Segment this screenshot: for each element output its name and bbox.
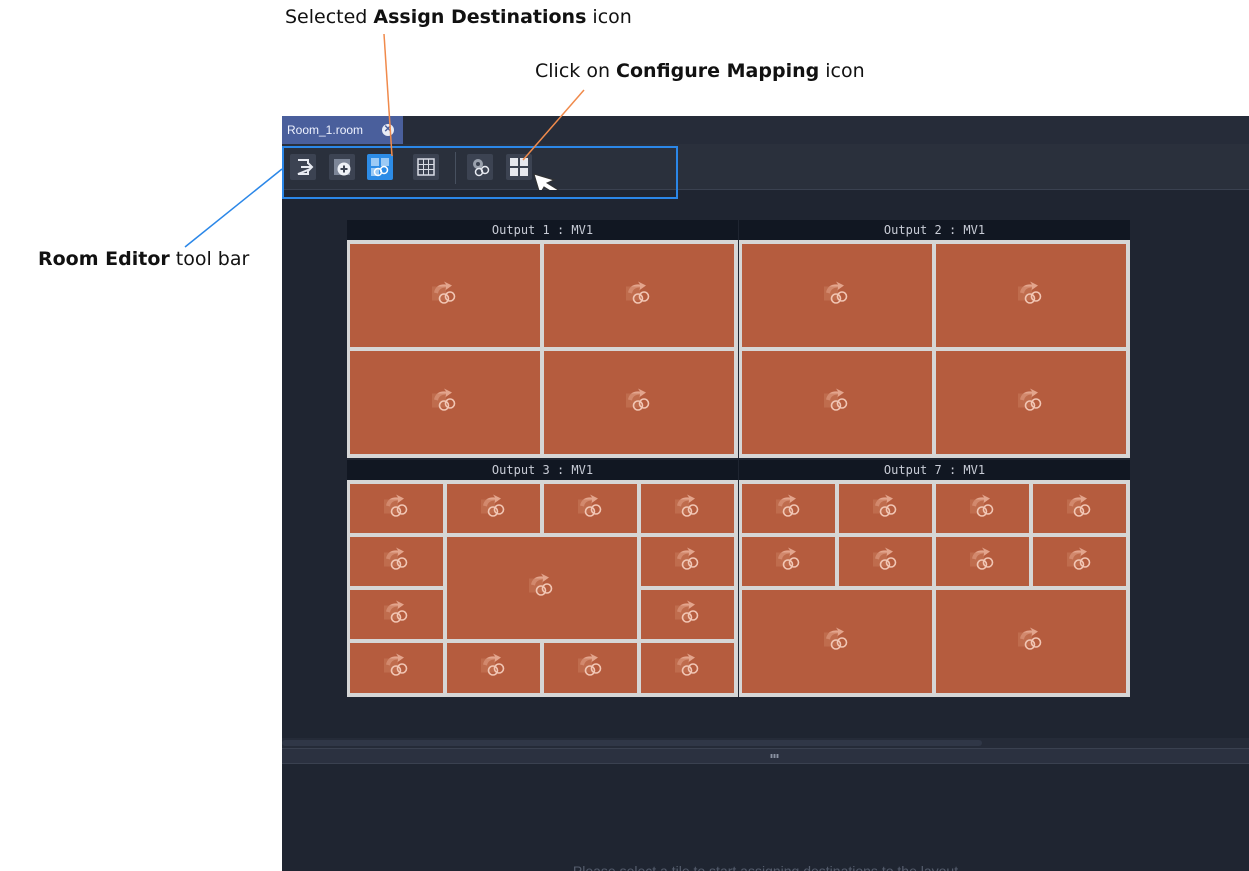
assign-destination-icon	[968, 546, 998, 577]
assign-destination-icon	[382, 599, 412, 630]
output-panel-7: Output 7 : MV1	[739, 460, 1130, 697]
output-panel-3: Output 3 : MV1	[347, 460, 738, 697]
assign-destination-icon	[624, 387, 654, 418]
assign-destination-icon	[382, 653, 412, 684]
tile[interactable]	[742, 590, 932, 693]
assign-destination-icon	[1065, 546, 1095, 577]
tile[interactable]	[641, 643, 734, 693]
tab-room[interactable]: Room_1.room ✕	[282, 116, 403, 144]
output-title: Output 1 : MV1	[347, 220, 738, 240]
assign-destination-icon	[1016, 280, 1046, 311]
assign-destination-icon	[382, 493, 412, 524]
assign-destination-icon	[576, 493, 606, 524]
close-icon[interactable]: ✕	[382, 124, 394, 136]
configure-mapping-icon[interactable]	[506, 154, 532, 180]
assign-destination-icon	[479, 653, 509, 684]
assign-destination-icon	[1016, 626, 1046, 657]
tile[interactable]	[447, 484, 540, 533]
tile[interactable]	[350, 484, 443, 533]
tile[interactable]	[350, 244, 540, 347]
tile[interactable]	[839, 537, 932, 586]
assign-destination-icon	[430, 280, 460, 311]
add-tile-icon[interactable]	[329, 154, 355, 180]
tab-label: Room_1.room	[287, 123, 364, 137]
hint-text: Please select a tile to start assigning …	[572, 863, 959, 871]
assign-destination-icon	[774, 493, 804, 524]
assign-destinations-callout: Selected Assign Destinations icon	[285, 6, 632, 28]
tile[interactable]	[350, 590, 443, 639]
assign-destination-icon	[822, 280, 852, 311]
tile[interactable]	[936, 484, 1029, 533]
toolbar-separator	[455, 152, 456, 184]
exit-editor-icon[interactable]	[290, 154, 316, 180]
tab-strip: Room_1.room ✕	[282, 116, 1249, 144]
assign-destination-icon	[673, 546, 703, 577]
destinations-panel: Please select a tile to start assigning …	[282, 764, 1249, 871]
tile[interactable]	[742, 244, 932, 347]
configure-settings-icon[interactable]	[467, 154, 493, 180]
drag-handle-icon[interactable]	[770, 754, 779, 758]
output-panel-2: Output 2 : MV1	[739, 220, 1130, 458]
assign-destination-icon	[871, 546, 901, 577]
assign-destination-icon	[479, 493, 509, 524]
tile[interactable]	[544, 351, 734, 454]
assign-destination-icon	[527, 573, 557, 604]
horizontal-scrollbar[interactable]	[282, 738, 1249, 748]
tile[interactable]	[447, 643, 540, 693]
room-editor-toolbar	[282, 144, 1249, 211]
assign-destination-icon	[871, 493, 901, 524]
assign-destination-icon	[822, 387, 852, 418]
tile[interactable]	[936, 537, 1029, 586]
tile[interactable]	[544, 244, 734, 347]
tile[interactable]	[641, 537, 734, 586]
tile[interactable]	[641, 590, 734, 639]
configure-mapping-callout: Click on Configure Mapping icon	[535, 60, 865, 82]
tile[interactable]	[936, 590, 1126, 693]
tile[interactable]	[350, 643, 443, 693]
tile[interactable]	[350, 537, 443, 586]
tile[interactable]	[1033, 537, 1126, 586]
room-editor-callout: Room Editor tool bar	[38, 248, 250, 270]
tile[interactable]	[742, 537, 835, 586]
output-title: Output 2 : MV1	[739, 220, 1130, 240]
assign-destination-icon	[430, 387, 460, 418]
tile[interactable]	[936, 351, 1126, 454]
assign-destination-icon	[1065, 493, 1095, 524]
assign-destinations-icon[interactable]	[367, 154, 393, 180]
panel-splitter[interactable]	[282, 748, 1249, 764]
assign-destination-icon	[382, 546, 412, 577]
assign-destination-icon	[673, 493, 703, 524]
output-panel-1: Output 1 : MV1	[347, 220, 738, 458]
tile[interactable]	[641, 484, 734, 533]
tile[interactable]	[544, 484, 637, 533]
tile[interactable]	[544, 643, 637, 693]
grid-layout-icon[interactable]	[413, 154, 439, 180]
assign-destination-icon	[774, 546, 804, 577]
tile[interactable]	[936, 244, 1126, 347]
output-title: Output 3 : MV1	[347, 460, 738, 480]
tile[interactable]	[1033, 484, 1126, 533]
tile[interactable]	[742, 484, 835, 533]
assign-destination-icon	[673, 599, 703, 630]
assign-destination-icon	[576, 653, 606, 684]
tile[interactable]	[350, 351, 540, 454]
assign-destination-icon	[624, 280, 654, 311]
assign-destination-icon	[968, 493, 998, 524]
room-editor-window: Room_1.room ✕ Output 1: MV1 Output 2: …	[282, 116, 1249, 871]
tile[interactable]	[742, 351, 932, 454]
assign-destination-icon	[822, 626, 852, 657]
assign-destination-icon	[673, 653, 703, 684]
layout-canvas: Output 1 : MV1 Output 2 : MV1 Output 3 :…	[282, 190, 1249, 736]
assign-destination-icon	[1016, 387, 1046, 418]
output-title: Output 7 : MV1	[739, 460, 1130, 480]
tile[interactable]	[447, 537, 637, 639]
tile[interactable]	[839, 484, 932, 533]
